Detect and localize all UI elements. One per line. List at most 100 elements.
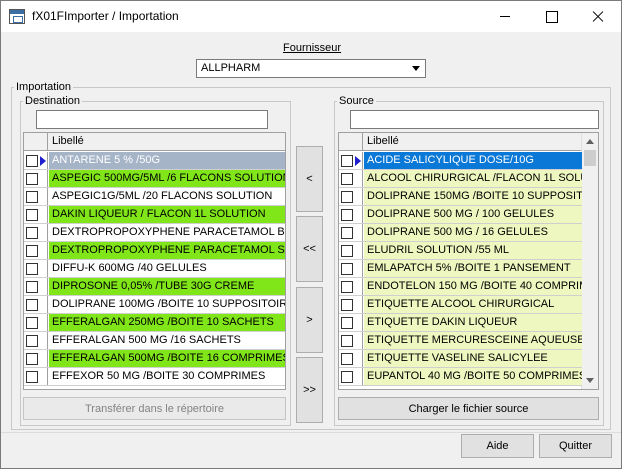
source-table-row[interactable]: EMLAPATCH 5% /BOITE 1 PANSEMENT (339, 260, 582, 278)
source-table-row[interactable]: ELUDRIL SOLUTION /55 ML (339, 242, 582, 260)
destination-row-checkbox[interactable] (26, 335, 38, 347)
destination-row-checkbox[interactable] (26, 155, 38, 167)
source-row-selector (339, 206, 363, 223)
source-row-checkbox[interactable] (341, 317, 353, 329)
quit-button[interactable]: Quitter (539, 434, 612, 458)
source-row-checkbox[interactable] (341, 209, 353, 221)
scroll-down-icon[interactable] (582, 372, 598, 389)
destination-row-libelle: ASPEGIC 500MG/5ML /6 FLACONS SOLUTION (49, 170, 285, 187)
destination-row-libelle: DIFFU-K 600MG /40 GELULES (49, 260, 285, 277)
transfer-to-directory-button[interactable]: Transférer dans le répertoire (23, 397, 286, 420)
source-row-checkbox[interactable] (341, 155, 353, 167)
source-table-row[interactable]: ETIQUETTE MERCURESCEINE AQUEUSE (339, 332, 582, 350)
destination-row-checkbox[interactable] (26, 281, 38, 293)
destination-table-row[interactable]: EFFERALGAN 500 MG /16 SACHETS (24, 332, 285, 350)
destination-table-row[interactable]: DIPROSONE 0,05% /TUBE 30G CREME (24, 278, 285, 296)
destination-table-row[interactable]: EFFEXOR 50 MG /BOITE 30 COMPRIMES (24, 368, 285, 386)
move-one-right-button[interactable]: > (296, 287, 323, 353)
app-window: fX01FImporter / Importation Fournisseur … (0, 0, 622, 469)
source-row-checkbox[interactable] (341, 245, 353, 257)
source-table-row[interactable]: DOLIPRANE 500 MG / 16 GELULES (339, 224, 582, 242)
move-all-left-button[interactable]: << (296, 216, 323, 282)
source-grid-header: Libellé (339, 133, 582, 151)
source-table-row[interactable]: ALCOOL CHIRURGICAL /FLACON 1L SOLUTION (339, 170, 582, 188)
source-select-column-header (339, 133, 363, 150)
destination-table-row[interactable]: DAKIN LIQUEUR / FLACON 1L SOLUTION (24, 206, 285, 224)
source-table-row[interactable]: ENDOTELON 150 MG /BOITE 40 COMPRIMES (339, 278, 582, 296)
destination-table-row[interactable]: DEXTROPROPOXYPHENE PARACETAMOL BIOGAR (24, 224, 285, 242)
fournisseur-dropdown[interactable]: ALLPHARM (196, 59, 426, 78)
source-table-row[interactable]: ETIQUETTE DAKIN LIQUEUR (339, 314, 582, 332)
destination-row-checkbox[interactable] (26, 317, 38, 329)
source-row-checkbox[interactable] (341, 371, 353, 383)
destination-row-selector (24, 296, 48, 313)
source-vertical-scrollbar[interactable] (581, 133, 598, 389)
destination-row-checkbox[interactable] (26, 371, 38, 383)
row-pointer-icon (40, 156, 46, 166)
load-source-file-button[interactable]: Charger le fichier source (338, 397, 599, 420)
destination-filter-input[interactable] (36, 110, 268, 129)
destination-table-row[interactable]: DIFFU-K 600MG /40 GELULES (24, 260, 285, 278)
source-table-row[interactable]: ETIQUETTE ALCOOL CHIRURGICAL (339, 296, 582, 314)
destination-table-row[interactable]: ASPEGIC1G/5ML /20 FLACONS SOLUTION (24, 188, 285, 206)
source-row-checkbox[interactable] (341, 173, 353, 185)
close-icon[interactable] (575, 1, 621, 32)
source-table-row[interactable]: DOLIPRANE 500 MG / 100 GELULES (339, 206, 582, 224)
source-row-libelle: ETIQUETTE ALCOOL CHIRURGICAL (364, 296, 582, 313)
source-row-libelle: ETIQUETTE VASELINE SALICYLEE (364, 350, 582, 367)
source-row-libelle: ACIDE SALICYLIQUE DOSE/10G (364, 152, 582, 169)
source-row-checkbox[interactable] (341, 227, 353, 239)
destination-row-checkbox[interactable] (26, 191, 38, 203)
destination-row-checkbox[interactable] (26, 245, 38, 257)
destination-row-libelle: EFFERALGAN 500 MG /16 SACHETS (49, 332, 285, 349)
scroll-up-icon[interactable] (582, 133, 598, 150)
source-row-selector (339, 224, 363, 241)
move-all-right-button[interactable]: >> (296, 357, 323, 423)
destination-table-row[interactable]: DEXTROPROPOXYPHENE PARACETAMOL SANDOZ (24, 242, 285, 260)
source-table-row[interactable]: DOLIPRANE 150MG /BOITE 10 SUPPOSITOIRES (339, 188, 582, 206)
source-row-libelle: ENDOTELON 150 MG /BOITE 40 COMPRIMES (364, 278, 582, 295)
destination-row-checkbox[interactable] (26, 263, 38, 275)
destination-row-selector (24, 278, 48, 295)
source-filter-input[interactable] (350, 110, 599, 129)
destination-table-row[interactable]: EFFERALGAN 500MG /BOITE 16 COMPRIMES ORO (24, 350, 285, 368)
move-one-left-button[interactable]: < (296, 146, 323, 212)
help-button[interactable]: Aide (461, 434, 534, 458)
destination-row-selector (24, 242, 48, 259)
source-row-libelle: ETIQUETTE DAKIN LIQUEUR (364, 314, 582, 331)
destination-table-row[interactable]: EFFERALGAN 250MG /BOITE 10 SACHETS (24, 314, 285, 332)
chevron-down-icon[interactable] (408, 60, 425, 77)
destination-row-checkbox[interactable] (26, 209, 38, 221)
scrollbar-thumb[interactable] (584, 150, 596, 166)
destination-table-row[interactable]: DOLIPRANE 100MG /BOITE 10 SUPPOSITOIRES (24, 296, 285, 314)
title-bar[interactable]: fX01FImporter / Importation (1, 1, 621, 32)
source-row-checkbox[interactable] (341, 191, 353, 203)
source-table-row[interactable]: EUPANTOL 40 MG /BOITE 50 COMPRIMES (339, 368, 582, 386)
source-row-selector (339, 152, 363, 169)
source-row-checkbox[interactable] (341, 263, 353, 275)
destination-row-checkbox[interactable] (26, 353, 38, 365)
destination-row-checkbox[interactable] (26, 227, 38, 239)
row-pointer-icon (355, 156, 361, 166)
destination-table-row[interactable]: ASPEGIC 500MG/5ML /6 FLACONS SOLUTION (24, 170, 285, 188)
destination-row-selector (24, 188, 48, 205)
source-table-row[interactable]: ACIDE SALICYLIQUE DOSE/10G (339, 152, 582, 170)
source-row-checkbox[interactable] (341, 281, 353, 293)
source-table-row[interactable]: ETIQUETTE VASELINE SALICYLEE (339, 350, 582, 368)
destination-grid[interactable]: Libellé ANTARENE 5 % /50G ASPEGIC 500MG/5… (23, 132, 286, 390)
source-row-checkbox[interactable] (341, 353, 353, 365)
destination-row-checkbox[interactable] (26, 173, 38, 185)
source-libelle-header[interactable]: Libellé (367, 135, 399, 147)
maximize-icon[interactable] (529, 1, 575, 32)
minimize-icon[interactable] (483, 1, 529, 32)
source-row-libelle: EUPANTOL 40 MG /BOITE 50 COMPRIMES (364, 368, 582, 385)
destination-row-checkbox[interactable] (26, 299, 38, 311)
destination-libelle-header[interactable]: Libellé (52, 135, 84, 147)
destination-select-column-header (24, 133, 48, 150)
destination-table-row[interactable]: ANTARENE 5 % /50G (24, 152, 285, 170)
source-legend: Source (339, 95, 374, 107)
source-row-libelle: DOLIPRANE 150MG /BOITE 10 SUPPOSITOIRES (364, 188, 582, 205)
source-row-checkbox[interactable] (341, 299, 353, 311)
source-row-checkbox[interactable] (341, 335, 353, 347)
source-grid[interactable]: Libellé ACIDE SALICYLIQUE DOSE/10G ALCOOL… (338, 132, 599, 390)
